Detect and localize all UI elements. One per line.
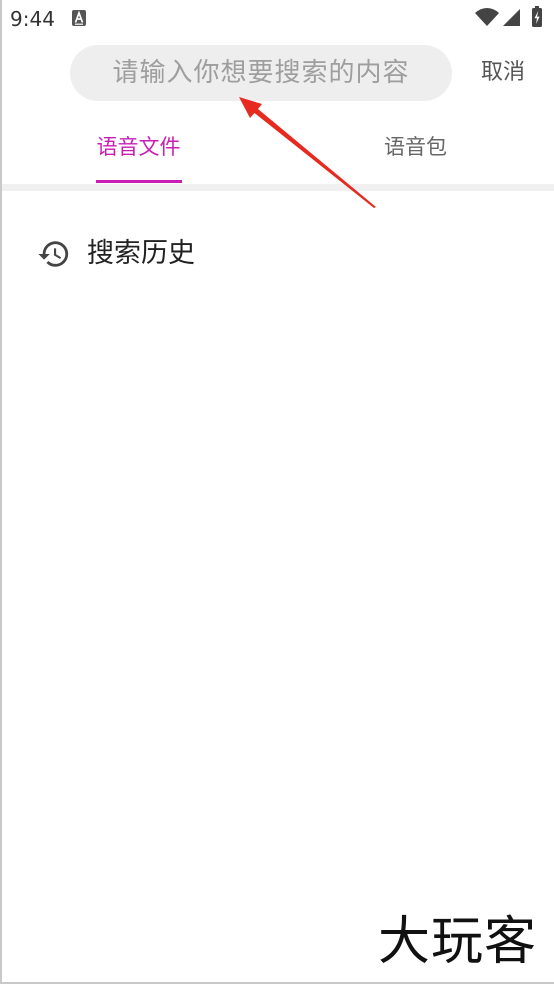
a-notification-icon (72, 10, 86, 26)
tab-voice-files[interactable]: 语音文件 (0, 120, 277, 184)
tab-voice-packs[interactable]: 语音包 (277, 120, 554, 184)
screen: 9:44 取消 (0, 0, 554, 984)
tab-active-indicator (96, 180, 182, 183)
watermark-logo: 大玩客 (378, 912, 538, 972)
cancel-button[interactable]: 取消 (481, 60, 525, 86)
tab-label: 语音包 (384, 135, 447, 159)
search-input[interactable] (70, 45, 452, 101)
screen-edge-left (0, 0, 2, 984)
section-divider (2, 184, 554, 191)
search-box[interactable] (70, 45, 452, 101)
tab-label: 语音文件 (96, 135, 181, 159)
signal-icon (503, 9, 520, 26)
status-time: 9:44 (10, 7, 55, 31)
status-bar: 9:44 (0, 0, 554, 38)
search-history-title: 搜索历史 (87, 238, 195, 269)
history-icon (37, 237, 71, 271)
battery-charging-icon (532, 6, 542, 27)
wifi-icon (475, 8, 499, 26)
tab-bar: 语音文件 语音包 (0, 120, 554, 184)
